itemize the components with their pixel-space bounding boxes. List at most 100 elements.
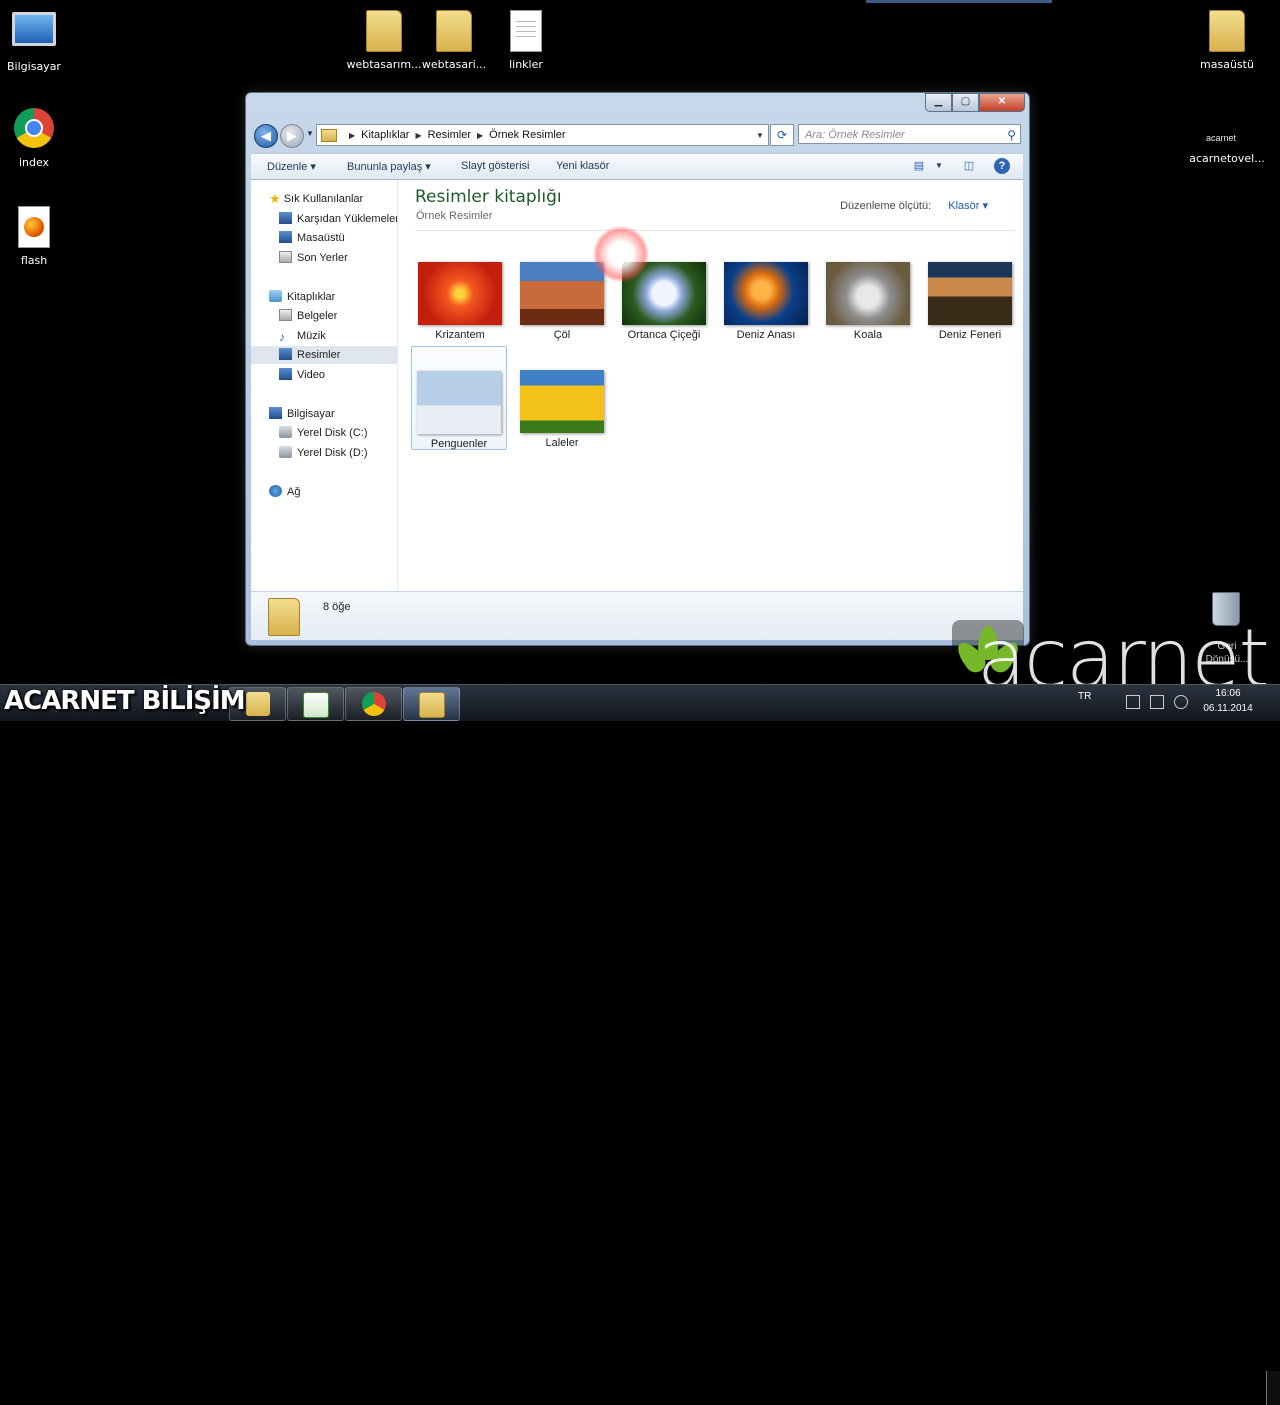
desktop-icon-label: webtasarım... — [346, 58, 422, 71]
address-dropdown-icon[interactable]: ▼ — [752, 131, 768, 140]
text-document-icon — [510, 10, 542, 52]
desktop-icon-acarnetovel[interactable]: acarnetovel... — [1187, 152, 1267, 165]
back-button[interactable]: ◀ — [254, 124, 278, 148]
system-clock[interactable]: 16:06 06.11.2014 — [1198, 686, 1258, 716]
documents-icon — [279, 309, 292, 321]
file-name: Krizantem — [435, 329, 485, 341]
taskbar-explorer-button[interactable] — [403, 687, 460, 721]
nav-libraries[interactable]: Kitaplıklar — [269, 288, 335, 306]
desktop-icon-flash[interactable]: flash — [0, 204, 74, 267]
nav-favorites[interactable]: ★ Sık Kullanılanlar — [269, 190, 363, 208]
downloads-icon — [279, 212, 292, 224]
search-input[interactable]: Ara: Örnek Resimler ⚲ — [798, 124, 1021, 144]
file-item[interactable]: Deniz Anası — [718, 262, 814, 341]
share-with-button[interactable]: Bununla paylaş ▾ — [347, 160, 431, 173]
file-item[interactable]: Koala — [820, 262, 916, 341]
desktop-icon-webtasarim-2[interactable]: webtasari... — [414, 8, 494, 71]
top-edge-bar — [866, 0, 1052, 3]
search-icon[interactable]: ⚲ — [1007, 125, 1016, 145]
maximize-button[interactable]: ▢ — [952, 93, 979, 112]
library-title: Resimler kitaplığı — [415, 187, 562, 207]
file-item[interactable]: Çöl — [514, 262, 610, 341]
chrome-icon — [14, 108, 54, 148]
breadcrumb-item[interactable]: Örnek Resimler — [489, 129, 565, 141]
folder-icon — [245, 692, 270, 716]
nav-item-drive-c[interactable]: Yerel Disk (C:) — [279, 424, 368, 442]
breadcrumb-item[interactable]: Kitaplıklar — [361, 129, 409, 141]
music-icon: ♪ — [279, 330, 285, 344]
close-button[interactable]: ✕ — [979, 93, 1025, 112]
image-thumbnail — [417, 371, 501, 434]
desktop-icon-linkler[interactable]: linkler — [486, 8, 566, 71]
breadcrumb-chevron-icon[interactable]: ▶ — [415, 131, 421, 140]
file-name: Ortanca Çiçeği — [627, 329, 701, 341]
help-icon[interactable]: ? — [994, 158, 1010, 174]
video-icon — [279, 368, 292, 380]
view-dropdown-icon[interactable]: ▼ — [931, 158, 947, 174]
folder-icon — [366, 10, 402, 52]
minimize-button[interactable]: ▁ — [925, 93, 952, 112]
recent-pages-dropdown[interactable]: ▼ — [306, 129, 314, 138]
desktop-icon-computer[interactable]: Bilgisayar — [0, 8, 74, 73]
breadcrumb-item[interactable]: Resimler — [428, 129, 471, 141]
nav-item-desktop[interactable]: Masaüstü — [279, 229, 345, 247]
arrange-by-dropdown[interactable]: Klasör ▾ — [948, 200, 988, 212]
explorer-window: ▁ ▢ ✕ ◀ ▶ ▼ ▶ Kitaplıklar ▶ Resimler ▶ Ö… — [245, 92, 1030, 646]
folder-icon — [1209, 10, 1245, 52]
nav-item-recent-places[interactable]: Son Yerler — [279, 249, 348, 267]
desktop-icon-label: acarnetovel... — [1189, 152, 1265, 165]
network-tray-icon[interactable] — [1150, 695, 1164, 709]
desktop-icon — [279, 231, 292, 243]
recent-places-icon — [279, 251, 292, 263]
forward-button[interactable]: ▶ — [280, 124, 304, 148]
divider — [415, 230, 1015, 231]
desktop-icon-label: linkler — [509, 58, 543, 71]
firefox-document-icon — [18, 206, 50, 248]
nav-computer[interactable]: Bilgisayar — [269, 405, 335, 423]
refresh-button[interactable]: ⟳ — [770, 124, 794, 146]
folder-icon — [436, 10, 472, 52]
nav-item-drive-d[interactable]: Yerel Disk (D:) — [279, 444, 368, 462]
file-name: Penguenler — [430, 438, 488, 450]
drive-icon — [279, 446, 292, 458]
change-view-icon[interactable]: ▤ — [911, 158, 927, 174]
drive-icon — [279, 426, 292, 438]
chrome-icon — [361, 692, 386, 716]
language-indicator[interactable]: TR — [1078, 691, 1091, 702]
folder-icon — [268, 598, 300, 636]
volume-icon[interactable] — [1174, 695, 1188, 709]
computer-icon — [269, 407, 282, 419]
action-center-icon[interactable] — [1126, 695, 1140, 709]
desktop-icon-index[interactable]: index — [0, 106, 74, 169]
nav-item-downloads[interactable]: Karşıdan Yüklemeler — [279, 210, 397, 228]
image-thumbnail — [928, 262, 1012, 325]
new-folder-button[interactable]: Yeni klasör — [556, 160, 609, 172]
breadcrumb-chevron-icon[interactable]: ▶ — [349, 131, 355, 140]
file-item[interactable]: Krizantem — [412, 262, 508, 341]
file-name: Çöl — [553, 329, 571, 341]
nav-item-music[interactable]: ♪ Müzik — [279, 327, 326, 345]
taskbar-app-button[interactable] — [287, 687, 344, 721]
slideshow-button[interactable]: Slayt gösterisi — [461, 160, 529, 172]
desktop-icon-webtasarim-1[interactable]: webtasarım... — [344, 8, 424, 71]
taskbar-chrome-button[interactable] — [345, 687, 402, 721]
nav-item-documents[interactable]: Belgeler — [279, 307, 337, 325]
acarnet-icon: acarnet — [1206, 133, 1237, 143]
details-pane: 8 öğe — [251, 591, 1023, 640]
desktop-icon-masaustu[interactable]: masaüstü — [1187, 8, 1267, 71]
nav-item-pictures[interactable]: Resimler — [251, 346, 397, 364]
file-item-selected[interactable]: Penguenler — [411, 346, 507, 450]
arrange-by-label: Düzenleme ölçütü: — [840, 200, 932, 212]
network-icon — [269, 485, 282, 497]
command-bar: Düzenle ▾ Bununla paylaş ▾ Slayt gösteri… — [251, 153, 1023, 180]
address-bar[interactable]: ▶ Kitaplıklar ▶ Resimler ▶ Örnek Resimle… — [316, 124, 769, 146]
nav-network[interactable]: Ağ — [269, 483, 300, 501]
file-item[interactable]: Deniz Feneri — [922, 262, 1018, 341]
preview-pane-icon[interactable]: ◫ — [961, 158, 977, 174]
file-item[interactable]: Laleler — [514, 370, 610, 449]
arrange-by: Düzenleme ölçütü: Klasör ▾ — [840, 199, 988, 212]
breadcrumb-chevron-icon[interactable]: ▶ — [477, 131, 483, 140]
nav-item-video[interactable]: Video — [279, 366, 325, 384]
show-desktop-button[interactable] — [1266, 1371, 1280, 1405]
organize-button[interactable]: Düzenle ▾ — [267, 160, 316, 173]
